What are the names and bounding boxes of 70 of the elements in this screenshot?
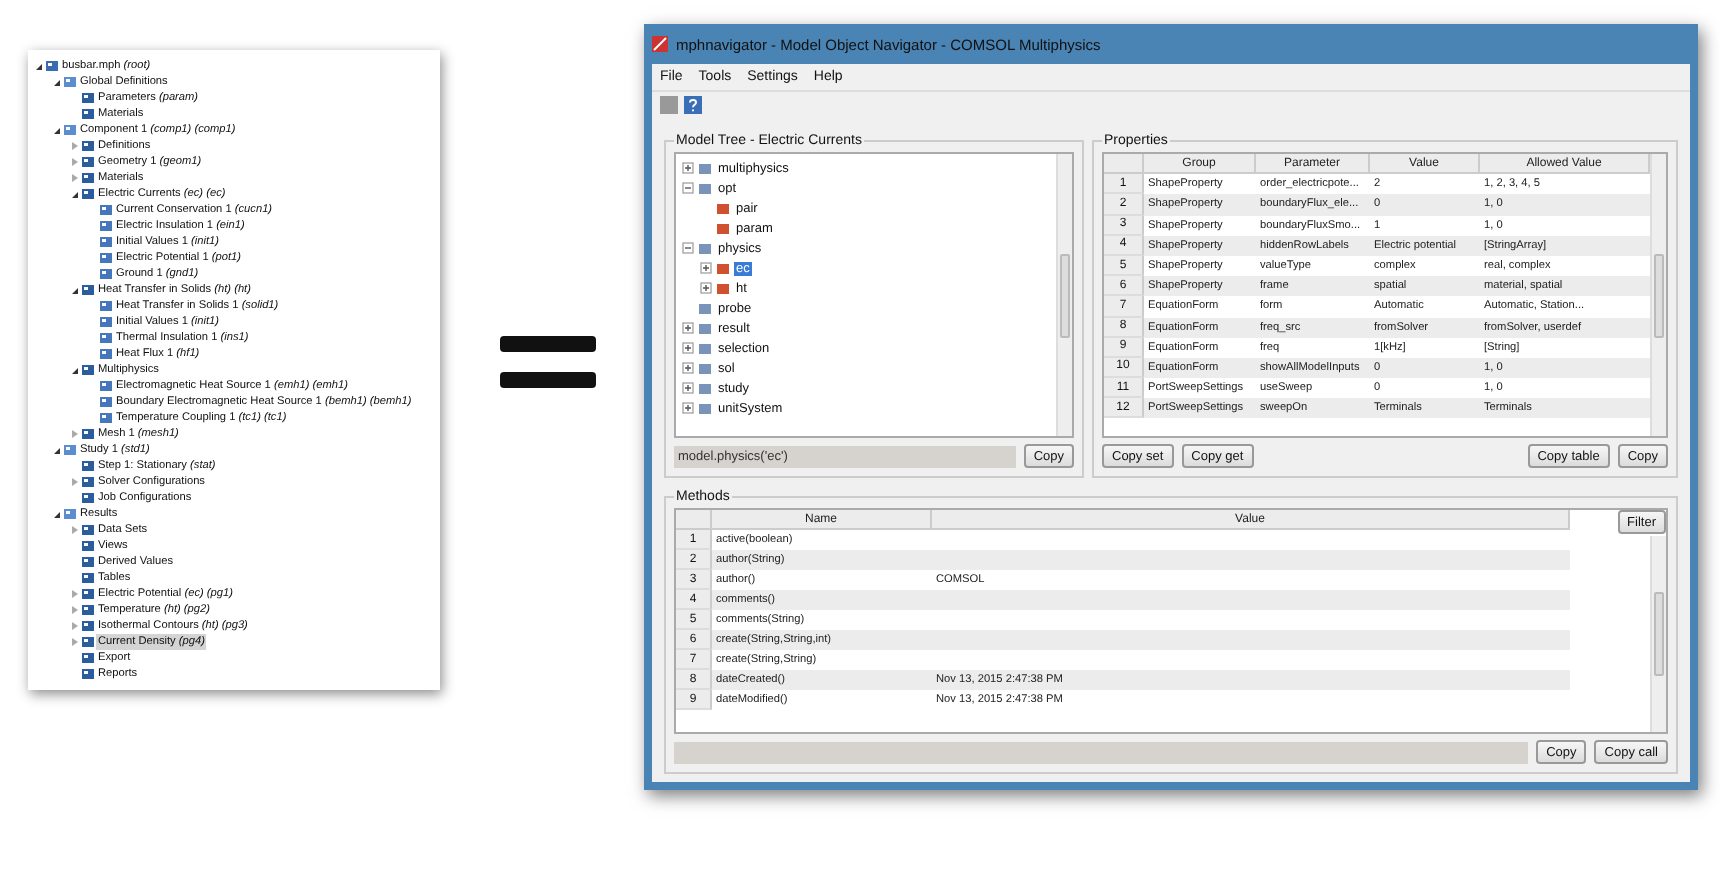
expand-icon[interactable] — [682, 342, 694, 354]
scrollbar[interactable] — [1650, 536, 1666, 732]
node-icon — [698, 361, 712, 375]
node-icon — [82, 172, 94, 184]
node-icon — [82, 652, 94, 664]
node-icon — [100, 396, 112, 408]
collapse-icon[interactable] — [682, 242, 694, 254]
expand-icon[interactable] — [682, 162, 694, 174]
table-corner — [676, 510, 712, 530]
node-icon — [64, 124, 76, 136]
help-icon[interactable] — [684, 96, 702, 114]
node-icon — [716, 261, 730, 275]
node-icon — [82, 364, 94, 376]
table-corner — [1104, 154, 1144, 175]
node-icon — [82, 604, 94, 616]
node-icon — [82, 188, 94, 200]
node-icon — [100, 412, 112, 424]
node-icon — [64, 444, 76, 456]
node-icon — [82, 572, 94, 584]
node-icon — [100, 300, 112, 312]
expand-icon[interactable] — [682, 322, 694, 334]
node-icon — [82, 556, 94, 568]
node-icon — [716, 221, 730, 235]
node-icon — [82, 284, 94, 296]
node-icon — [82, 156, 94, 168]
node-icon — [100, 236, 112, 248]
node-icon — [698, 321, 712, 335]
node-icon — [100, 348, 112, 360]
node-icon — [100, 252, 112, 264]
expand-icon[interactable] — [700, 262, 712, 274]
app-icon — [652, 36, 668, 52]
node-icon — [82, 668, 94, 680]
expand-icon[interactable] — [682, 362, 694, 374]
node-icon — [100, 268, 112, 280]
node-icon — [64, 76, 76, 88]
node-icon — [82, 92, 94, 104]
node-icon — [100, 316, 112, 328]
node-icon — [716, 281, 730, 295]
node-icon — [82, 428, 94, 440]
node-icon — [100, 380, 112, 392]
node-icon — [82, 524, 94, 536]
node-icon — [82, 540, 94, 552]
node-icon — [698, 401, 712, 415]
output-field[interactable] — [674, 741, 1529, 763]
node-icon — [64, 508, 76, 520]
expand-icon[interactable] — [682, 382, 694, 394]
scrollbar[interactable] — [1650, 154, 1666, 436]
node-icon — [82, 140, 94, 152]
node-icon — [698, 381, 712, 395]
node-icon — [82, 108, 94, 120]
node-icon — [698, 301, 712, 315]
node-icon — [698, 181, 712, 195]
node-icon — [82, 476, 94, 488]
node-icon — [100, 332, 112, 344]
node-icon — [82, 492, 94, 504]
node-icon — [82, 620, 94, 632]
node-icon — [716, 201, 730, 215]
node-icon — [82, 636, 94, 648]
node-icon — [100, 204, 112, 216]
node-icon — [82, 588, 94, 600]
expand-icon[interactable] — [700, 282, 712, 294]
node-icon — [698, 341, 712, 355]
collapse-icon[interactable] — [682, 182, 694, 194]
node-icon — [100, 220, 112, 232]
node-icon — [698, 241, 712, 255]
expand-icon[interactable] — [682, 402, 694, 414]
node-icon — [82, 460, 94, 472]
node-icon — [698, 161, 712, 175]
scrollbar[interactable] — [1056, 154, 1072, 436]
node-icon — [46, 60, 58, 72]
